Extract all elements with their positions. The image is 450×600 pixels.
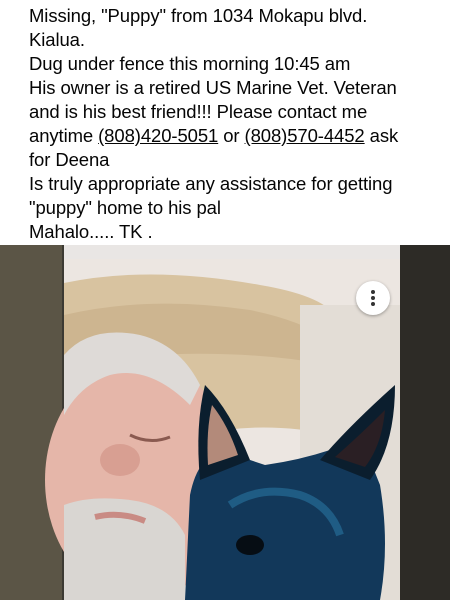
phone-link-1[interactable]: (808)420-5051 [98,125,218,146]
post-line-7: for Deena [29,149,110,170]
post-line-8: Is truly appropriate any assistance for … [29,173,393,194]
more-vertical-icon [371,290,375,306]
status-bar [64,245,400,259]
post-line-2: Kialua. [29,29,85,50]
more-options-button[interactable] [356,281,390,315]
phone-link-2[interactable]: (808)570-4452 [245,125,365,146]
post-line-6-end: ask [364,125,399,146]
post-line-6-start: anytime [29,125,99,146]
post-line-5: and is his best friend!!! Please contact… [29,101,368,122]
dog-eye [236,535,264,555]
right-shadow [398,245,450,600]
post-line-3: Dug under fence this morning 10:45 am [29,53,351,74]
post-line-6: anytime (808)420-5051 or (808)570-4452 a… [29,124,438,148]
man-nose [100,444,140,476]
post-line-4: His owner is a retired US Marine Vet. Ve… [29,77,397,98]
left-shadow [0,245,62,600]
post-line-10: Mahalo..... TK . [29,221,153,242]
post-line-1: Missing, "Puppy" from 1034 Mokapu blvd. [29,5,368,26]
post-text: Missing, "Puppy" from 1034 Mokapu blvd. … [0,0,450,245]
post-line-6-mid: or [218,125,245,146]
post-line-9: "puppy" home to his pal [29,197,221,218]
